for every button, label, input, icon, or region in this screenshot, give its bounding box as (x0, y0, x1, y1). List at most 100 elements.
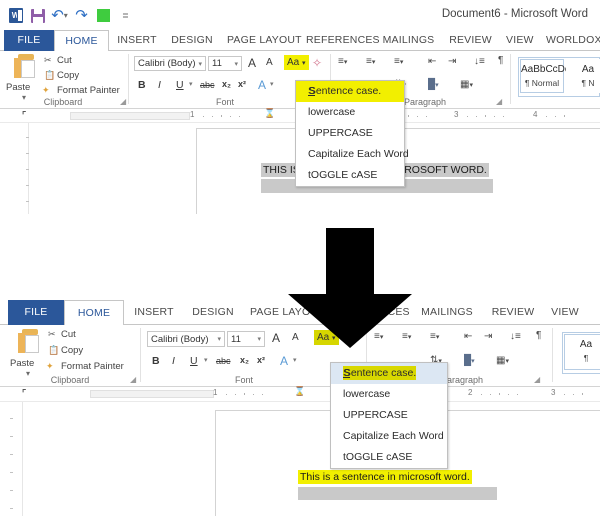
menu-item-toggle-case-top[interactable]: tOGGLE cASE (296, 165, 404, 186)
menu-item-sentence-case-bottom[interactable]: SSentence case. (331, 363, 447, 384)
paste-button-bottom[interactable]: Paste (10, 358, 34, 369)
tab-stop-selector-bottom[interactable]: ⌜ (22, 388, 26, 399)
subscript-button-bottom[interactable]: x₂ (240, 355, 249, 365)
copy-icon-bottom[interactable]: 📋 (48, 345, 59, 356)
menu-item-sentence-case-top[interactable]: SSentence case. (296, 81, 404, 102)
show-formatting-marks-icon-top[interactable]: ¶ (498, 55, 503, 66)
shading-icon-bottom[interactable]: █▾ (464, 355, 475, 366)
multilevel-list-icon-bottom[interactable]: ≡▾ (430, 331, 439, 342)
subscript-button-top[interactable]: x₂ (222, 79, 231, 89)
menu-item-lowercase-top[interactable]: lowercase (296, 102, 404, 123)
decrease-indent-icon-bottom[interactable]: ⇤ (464, 331, 472, 342)
tab-view-top[interactable]: VIEW (500, 30, 538, 51)
tab-worldox-top[interactable]: WORLDOX (540, 30, 600, 51)
italic-button-top[interactable]: I (158, 79, 161, 91)
numbering-icon-top[interactable]: ≡▾ (366, 56, 375, 67)
menu-item-uppercase-bottom[interactable]: UPPERCASE (331, 405, 447, 426)
document-text-bottom[interactable]: This is a sentence in microsoft word. (298, 470, 472, 484)
underline-dropdown-icon-bottom[interactable]: ▾ (204, 356, 208, 364)
paste-icon-top[interactable] (14, 54, 38, 80)
tab-file-top[interactable]: FILE (4, 30, 54, 51)
italic-button-bottom[interactable]: I (172, 355, 175, 367)
tab-home-top[interactable]: HOME (54, 30, 109, 52)
undo-icon[interactable]: ↶ ▾ (51, 8, 68, 23)
customize-quick-access-toolbar-icon[interactable]: ≣ (118, 8, 133, 23)
show-formatting-marks-icon-bottom[interactable]: ¶ (536, 330, 541, 341)
paragraph-dialog-launcher-bottom[interactable]: ◢ (534, 375, 540, 384)
redo-icon[interactable]: ↷ (74, 8, 89, 23)
change-case-button-top[interactable]: Aa ▾ (284, 55, 309, 70)
style-no-spacing-top[interactable]: Aa ¶ N (566, 59, 600, 93)
tab-review-bottom[interactable]: REVIEW (484, 300, 542, 325)
tab-design-bottom[interactable]: DESIGN (184, 300, 242, 325)
indent-marker-top[interactable]: ⌛ (264, 108, 275, 119)
tab-design-top[interactable]: DESIGN (165, 30, 219, 51)
cut-icon-bottom[interactable]: ✂ (48, 329, 56, 340)
shrink-font-button-top[interactable]: A (266, 57, 273, 68)
paste-icon-bottom[interactable] (18, 329, 42, 355)
font-size-combo-top[interactable]: 11 ▾ (208, 56, 242, 71)
paragraph-dialog-launcher-top[interactable]: ◢ (496, 97, 502, 106)
tab-insert-top[interactable]: INSERT (111, 30, 163, 51)
copy-button-bottom[interactable]: Copy (61, 345, 83, 356)
tab-home-bottom[interactable]: HOME (64, 300, 124, 326)
underline-dropdown-icon-top[interactable]: ▾ (189, 80, 193, 88)
clear-formatting-icon-top[interactable]: ✧ (312, 56, 322, 70)
copy-icon-top[interactable]: 📋 (44, 70, 55, 81)
font-size-combo-bottom[interactable]: 11 ▾ (227, 331, 265, 347)
tab-review-top[interactable]: REVIEW (443, 30, 498, 51)
borders-icon-bottom[interactable]: ▦▾ (496, 355, 509, 366)
green-square-icon[interactable] (96, 8, 111, 23)
shading-icon-top[interactable]: █▾ (428, 79, 439, 90)
strikethrough-button-bottom[interactable]: abc (216, 356, 231, 366)
tab-references-top[interactable]: REFERENCES (300, 30, 380, 51)
sort-icon-bottom[interactable]: ↓≡ (510, 331, 521, 342)
cut-button-top[interactable]: Cut (57, 55, 72, 66)
tab-mailings-top[interactable]: MAILINGS (376, 30, 441, 51)
text-effects-dropdown-icon-bottom[interactable]: ▾ (293, 356, 297, 364)
cut-icon-top[interactable]: ✂ (44, 55, 52, 66)
tab-insert-bottom[interactable]: INSERT (126, 300, 182, 325)
underline-button-top[interactable]: U (176, 79, 184, 91)
font-name-combo-top[interactable]: Calibri (Body) ▾ (134, 56, 206, 71)
text-effects-icon-bottom[interactable]: A (280, 354, 288, 368)
tab-mailings-bottom[interactable]: MAILINGS (412, 300, 482, 325)
clipboard-dialog-launcher-bottom[interactable]: ◢ (130, 375, 136, 384)
font-name-combo-bottom[interactable]: Calibri (Body) ▾ (147, 331, 225, 347)
tab-view-bottom[interactable]: VIEW (544, 300, 586, 325)
clipboard-dialog-launcher-top[interactable]: ◢ (120, 97, 126, 106)
format-painter-icon-bottom[interactable]: ✦ (46, 361, 54, 372)
paste-button-top[interactable]: Paste (6, 82, 30, 93)
save-icon[interactable] (30, 8, 45, 23)
tab-stop-selector-top[interactable]: ⌜ (22, 110, 26, 121)
text-effects-dropdown-icon-top[interactable]: ▾ (270, 80, 274, 88)
text-effects-icon-top[interactable]: A (258, 78, 266, 92)
format-painter-button-top[interactable]: Format Painter (57, 85, 120, 96)
cut-button-bottom[interactable]: Cut (61, 329, 76, 340)
horizontal-ruler-bottom[interactable]: ⌜ 1 ⌛ 2 3 (0, 386, 600, 402)
sort-icon-top[interactable]: ↓≡ (474, 56, 485, 67)
increase-indent-icon-bottom[interactable]: ⇥ (484, 331, 492, 342)
decrease-indent-icon-top[interactable]: ⇤ (428, 56, 436, 67)
menu-item-capitalize-each-word-bottom[interactable]: Capitalize Each Word (331, 426, 447, 447)
indent-marker-bottom[interactable]: ⌛ (294, 386, 305, 397)
style-normal-bottom[interactable]: Aa ¶ (564, 334, 600, 370)
underline-button-bottom[interactable]: U (190, 355, 198, 367)
format-painter-button-bottom[interactable]: Format Painter (61, 361, 124, 372)
format-painter-icon-top[interactable]: ✦ (42, 85, 50, 96)
grow-font-button-top[interactable]: A (248, 56, 256, 70)
menu-item-uppercase-top[interactable]: UPPERCASE (296, 123, 404, 144)
grow-font-button-bottom[interactable]: A (272, 331, 280, 345)
copy-button-top[interactable]: Copy (57, 70, 79, 81)
bold-button-bottom[interactable]: B (152, 355, 160, 367)
tab-page-layout-top[interactable]: PAGE LAYOUT (221, 30, 302, 51)
strikethrough-button-top[interactable]: abc (200, 80, 215, 90)
tab-file-bottom[interactable]: FILE (8, 300, 64, 325)
superscript-button-top[interactable]: x² (238, 79, 246, 89)
bullets-icon-top[interactable]: ≡▾ (338, 56, 347, 67)
borders-icon-top[interactable]: ▦▾ (460, 79, 473, 90)
menu-item-lowercase-bottom[interactable]: lowercase (331, 384, 447, 405)
superscript-button-bottom[interactable]: x² (257, 355, 265, 365)
style-normal-top[interactable]: AaBbCcDc ¶ Normal (520, 59, 570, 93)
menu-item-toggle-case-bottom[interactable]: tOGGLE cASE (331, 447, 447, 468)
